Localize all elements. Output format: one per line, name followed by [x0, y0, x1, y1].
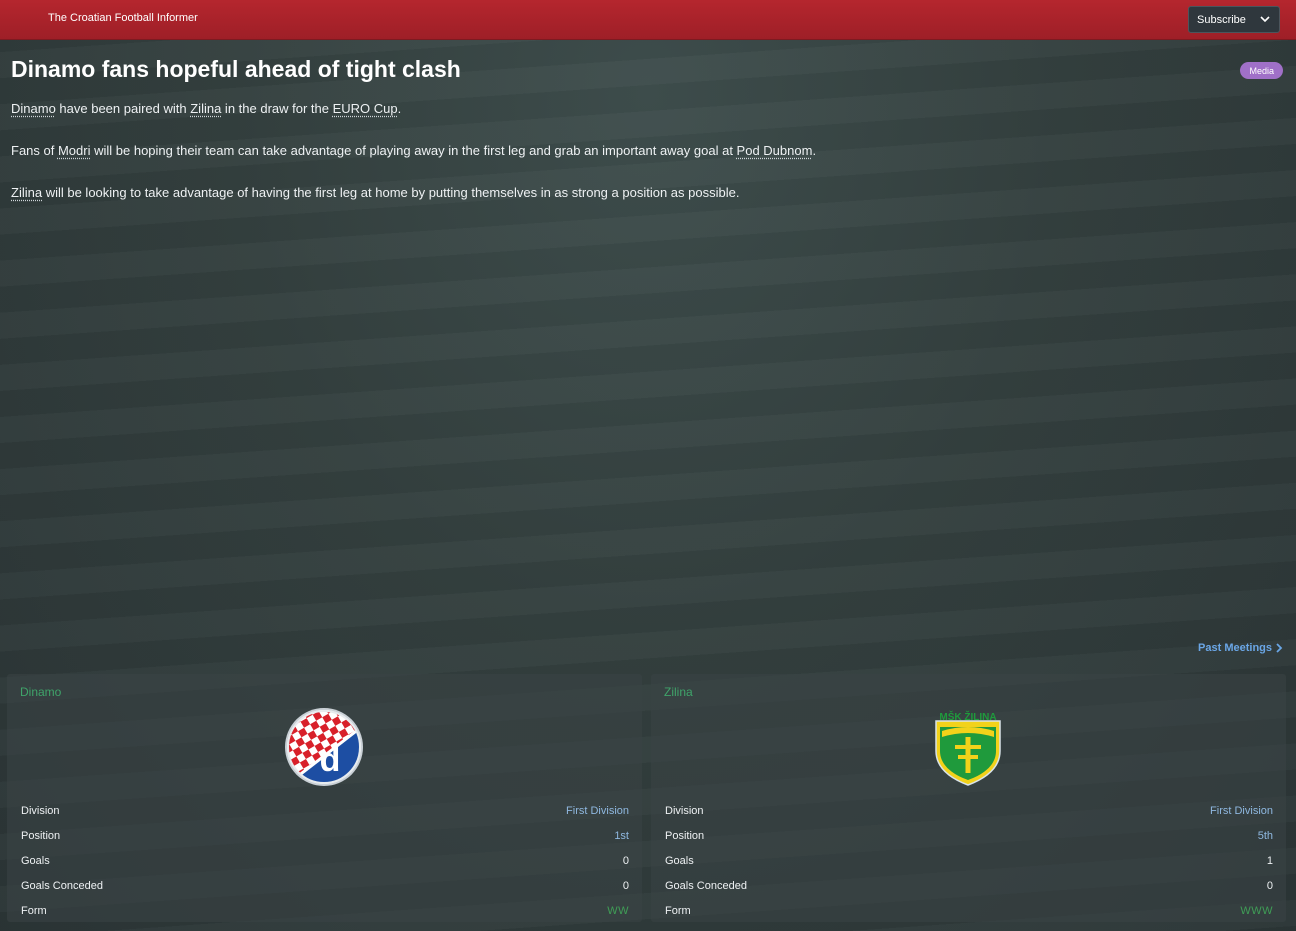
- stadium-link-pod-dubnom[interactable]: Pod Dubnom: [737, 143, 813, 158]
- svg-text:d: d: [320, 741, 341, 779]
- paragraph-text: will be looking to take advantage of hav…: [42, 185, 740, 200]
- team-link-zilina[interactable]: Zilina: [190, 101, 221, 116]
- team-name[interactable]: Zilina: [664, 685, 693, 699]
- article-paragraph-1: Dinamo have been paired with Zilina in t…: [11, 101, 401, 116]
- stat-label: Division: [21, 805, 60, 818]
- team-link-dinamo[interactable]: Dinamo: [11, 101, 56, 116]
- stat-row-goals: Goals 1: [665, 849, 1273, 874]
- stat-row-conceded: Goals Conceded 0: [665, 873, 1273, 898]
- team-stats-table: Division First Division Position 5th Goa…: [665, 799, 1273, 923]
- dinamo-crest-icon: d: [285, 708, 363, 786]
- division-link[interactable]: First Division: [1210, 805, 1273, 817]
- stat-label: Position: [21, 830, 61, 843]
- stat-label: Division: [665, 805, 704, 818]
- team-name[interactable]: Dinamo: [20, 685, 61, 699]
- form-value: WW: [607, 904, 629, 917]
- article-paragraph-2: Fans of Modri will be hoping their team …: [11, 143, 816, 158]
- team-panel-zilina: Zilina MŠK ŽILINA Division First Divisio…: [651, 674, 1286, 922]
- newspaper-header: The Croatian Football Informer Subscribe: [0, 0, 1296, 40]
- stat-row-division: Division First Division: [21, 799, 629, 824]
- stat-row-form: Form WWW: [665, 898, 1273, 923]
- stat-row-conceded: Goals Conceded 0: [21, 873, 629, 898]
- paragraph-text: Fans of: [11, 143, 58, 158]
- stat-row-position: Position 1st: [21, 824, 629, 849]
- stat-row-division: Division First Division: [665, 799, 1273, 824]
- paragraph-text: have been paired with: [55, 101, 191, 116]
- paragraph-text: in the draw for the: [221, 101, 333, 116]
- stat-row-position: Position 5th: [665, 824, 1273, 849]
- position-value[interactable]: 1st: [614, 830, 629, 842]
- form-value: WWW: [1240, 904, 1273, 917]
- svg-text:MŠK ŽILINA: MŠK ŽILINA: [939, 710, 996, 723]
- conceded-value: 0: [622, 879, 629, 892]
- subscribe-label: Subscribe: [1197, 13, 1246, 26]
- stat-label: Goals: [665, 854, 694, 867]
- stat-label: Form: [21, 904, 47, 917]
- competition-link-euro-cup[interactable]: EURO Cup: [333, 101, 398, 116]
- media-badge: Media: [1240, 62, 1283, 79]
- stat-label: Goals: [21, 854, 50, 867]
- division-link[interactable]: First Division: [566, 805, 629, 817]
- team-link-modri[interactable]: Modri: [58, 143, 91, 158]
- stat-label: Goals Conceded: [665, 879, 747, 892]
- past-meetings-label: Past Meetings: [1198, 642, 1272, 654]
- team-panel-dinamo: Dinamo d Division First Division Positio…: [7, 674, 642, 922]
- paragraph-text: .: [812, 143, 817, 158]
- conceded-value: 0: [1266, 879, 1273, 892]
- paragraph-text: .: [397, 101, 402, 116]
- stat-label: Goals Conceded: [21, 879, 103, 892]
- stat-row-form: Form WW: [21, 898, 629, 923]
- article-paragraph-3: Zilina will be looking to take advantage…: [11, 185, 739, 200]
- article-headline: Dinamo fans hopeful ahead of tight clash: [11, 56, 461, 82]
- goals-value: 1: [1266, 854, 1273, 867]
- stat-label: Form: [665, 904, 691, 917]
- newspaper-name: The Croatian Football Informer: [48, 12, 198, 24]
- team-stats-table: Division First Division Position 1st Goa…: [21, 799, 629, 923]
- team-link-zilina[interactable]: Zilina: [11, 185, 42, 200]
- paragraph-text: will be hoping their team can take advan…: [90, 143, 737, 158]
- chevron-right-icon: [1276, 643, 1283, 653]
- past-meetings-link[interactable]: Past Meetings: [1198, 642, 1283, 654]
- chevron-down-icon: [1260, 16, 1270, 23]
- stat-row-goals: Goals 0: [21, 849, 629, 874]
- subscribe-button[interactable]: Subscribe: [1188, 6, 1280, 33]
- zilina-crest-icon: MŠK ŽILINA: [935, 710, 1001, 786]
- goals-value: 0: [622, 854, 629, 867]
- stat-label: Position: [665, 830, 705, 843]
- position-value[interactable]: 5th: [1258, 830, 1273, 842]
